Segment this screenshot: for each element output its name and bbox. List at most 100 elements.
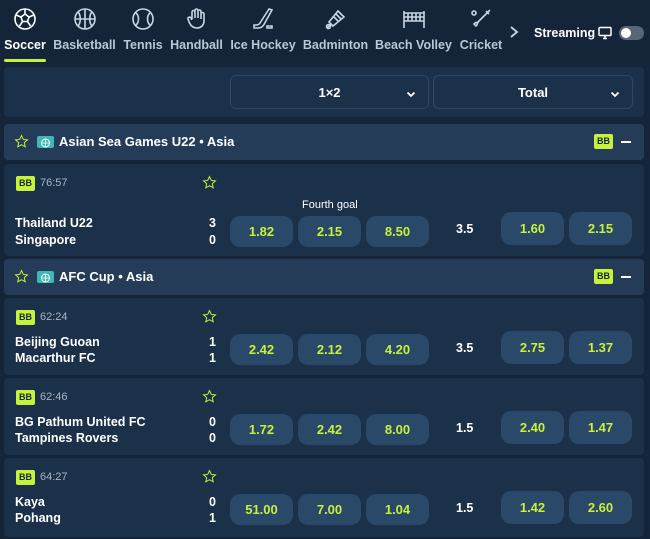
chevron-down-icon: [610, 87, 620, 98]
basketball-icon: [72, 6, 98, 32]
star-icon[interactable]: [202, 389, 217, 404]
star-icon[interactable]: [202, 469, 217, 484]
away-score: 1: [209, 511, 216, 525]
away-team: Tampines Rovers: [15, 431, 119, 445]
bet-builder-badge: BB: [16, 176, 35, 191]
shuttlecock-icon: [323, 6, 349, 32]
home-score: 0: [209, 415, 216, 429]
sport-tab-soccer[interactable]: Soccer: [4, 6, 46, 62]
collapse-icon[interactable]: [621, 276, 631, 278]
home-team: Kaya: [15, 495, 45, 509]
match-time: 62:46: [40, 391, 68, 403]
market-total-dropdown[interactable]: Total: [433, 75, 633, 109]
sport-tab-label: Cricket: [459, 38, 503, 52]
odd-away[interactable]: 1.04: [366, 494, 429, 525]
match-row[interactable]: BB 62:46 BG Pathum United FC Tampines Ro…: [4, 378, 644, 455]
sport-tab-label: Tennis: [123, 38, 163, 52]
sport-tab-badminton[interactable]: Badminton: [303, 6, 368, 58]
sport-tab-ice-hockey[interactable]: Ice Hockey: [230, 6, 296, 58]
market-header: 1×2 Total: [4, 67, 644, 117]
sport-tab-label: Handball: [170, 38, 223, 52]
streaming-toggle[interactable]: [619, 26, 644, 40]
match-row[interactable]: BB 76:57 Fourth goal Thailand U22 Singap…: [4, 164, 644, 256]
odd-away[interactable]: 8.50: [366, 216, 429, 247]
bet-builder-badge: BB: [594, 134, 613, 149]
sport-tab-label: Soccer: [4, 38, 46, 52]
odd-under[interactable]: 1.47: [569, 411, 632, 444]
handball-icon: [184, 6, 210, 32]
odd-home[interactable]: 1.82: [230, 216, 293, 247]
cricket-bat-icon: [468, 6, 494, 32]
sport-tab-basketball[interactable]: Basketball: [53, 6, 116, 58]
odd-over[interactable]: 2.75: [501, 331, 564, 364]
odd-away[interactable]: 8.00: [366, 414, 429, 445]
toggle-knob: [621, 28, 631, 38]
globe-icon: [37, 136, 54, 148]
collapse-icon[interactable]: [621, 141, 631, 143]
sports-nav: Soccer Basketball Tennis Handball Ice Ho…: [0, 0, 650, 64]
sport-tab-label: Badminton: [302, 38, 369, 52]
match-time: 64:27: [40, 471, 68, 483]
odd-under[interactable]: 1.37: [569, 331, 632, 364]
sport-tab-label: Ice Hockey: [230, 38, 296, 52]
odd-home[interactable]: 51.00: [230, 494, 293, 525]
match-time: 76:57: [40, 177, 68, 189]
market-total-label: Total: [517, 84, 549, 100]
star-icon[interactable]: [202, 309, 217, 324]
sport-tab-tennis[interactable]: Tennis: [123, 6, 163, 58]
market-1x2-dropdown[interactable]: 1×2: [230, 75, 429, 109]
star-icon[interactable]: [14, 269, 29, 284]
home-score: 3: [209, 216, 216, 230]
away-team: Macarthur FC: [15, 351, 96, 365]
odd-over[interactable]: 1.60: [501, 212, 564, 245]
league-header[interactable]: AFC Cup • Asia BB: [4, 259, 644, 295]
match-time: 62:24: [40, 311, 68, 323]
odd-away[interactable]: 4.20: [366, 334, 429, 365]
odd-home[interactable]: 2.42: [230, 334, 293, 365]
odd-draw[interactable]: 7.00: [298, 494, 361, 525]
star-icon[interactable]: [202, 175, 217, 190]
hockey-stick-icon: [250, 6, 276, 32]
sport-tab-cricket[interactable]: Cricket: [459, 6, 503, 58]
odd-over[interactable]: 2.40: [501, 411, 564, 444]
total-line: 3.5: [456, 341, 474, 355]
league-header[interactable]: Asian Sea Games U22 • Asia BB: [4, 124, 644, 160]
tennis-ball-icon: [130, 6, 156, 32]
away-score: 1: [209, 351, 216, 365]
chevron-down-icon: [406, 87, 416, 98]
home-team: Beijing Guoan: [15, 335, 100, 349]
streaming-label: Streaming: [534, 26, 596, 40]
odd-draw[interactable]: 2.15: [298, 216, 361, 247]
total-line: 1.5: [456, 421, 474, 435]
home-team: BG Pathum United FC: [15, 415, 146, 429]
sport-tab-label: Beach Volley: [375, 38, 452, 52]
odd-draw[interactable]: 2.42: [298, 414, 361, 445]
volleyball-net-icon: [401, 6, 427, 32]
market-extra-label: Fourth goal: [302, 199, 358, 211]
total-line: 3.5: [456, 222, 474, 236]
odd-under[interactable]: 2.60: [569, 491, 632, 524]
away-score: 0: [209, 431, 216, 445]
total-line: 1.5: [456, 501, 474, 515]
away-score: 0: [209, 233, 216, 247]
odd-over[interactable]: 1.42: [501, 491, 564, 524]
sport-tab-beach-volley[interactable]: Beach Volley: [375, 6, 452, 58]
chevron-right-icon[interactable]: [507, 24, 521, 40]
monitor-icon: [598, 26, 612, 40]
away-team: Singapore: [15, 233, 77, 247]
match-row[interactable]: BB 62:24 Beijing Guoan Macarthur FC 1 1 …: [4, 298, 644, 375]
star-icon[interactable]: [14, 134, 29, 149]
odd-home[interactable]: 1.72: [230, 414, 293, 445]
bet-builder-badge: BB: [16, 310, 35, 325]
odd-under[interactable]: 2.15: [569, 212, 632, 245]
odd-draw[interactable]: 2.12: [298, 334, 361, 365]
sport-tab-label: Basketball: [53, 38, 116, 52]
home-score: 0: [209, 495, 216, 509]
match-row[interactable]: BB 64:27 Kaya Pohang 0 1 51.00 7.00 1.04…: [4, 458, 644, 537]
bet-builder-badge: BB: [16, 390, 35, 405]
league-name: Asian Sea Games U22 • Asia: [59, 134, 235, 149]
market-1x2-label: 1×2: [318, 84, 341, 100]
soccer-ball-icon: [12, 6, 38, 32]
globe-icon: [37, 271, 54, 283]
sport-tab-handball[interactable]: Handball: [170, 6, 223, 58]
